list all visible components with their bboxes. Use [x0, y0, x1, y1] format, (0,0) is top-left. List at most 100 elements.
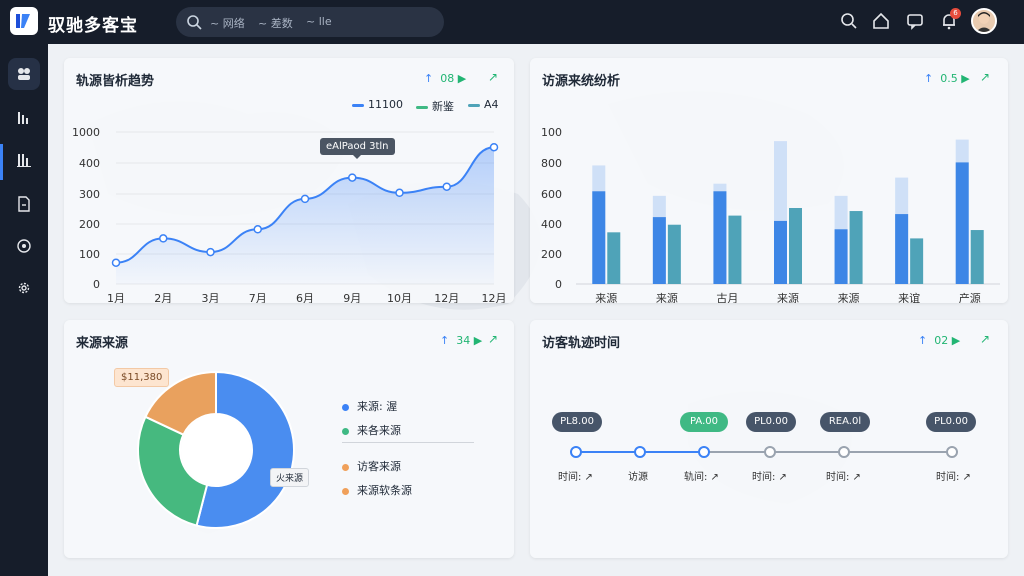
x-tick-label: 2月 [154, 292, 172, 303]
search-crumb[interactable]: ~ lle [306, 15, 332, 28]
y-tick-label: 600 [541, 188, 562, 201]
y-tick-label: 200 [79, 218, 100, 231]
legend-item[interactable]: 来源: 渥 [342, 398, 397, 414]
legend-divider [342, 442, 474, 443]
message-icon[interactable] [906, 12, 924, 30]
line-point [253, 225, 262, 234]
notification-badge: 6 [950, 8, 961, 19]
bar [713, 191, 727, 284]
timeline-pill[interactable]: REA.0l [820, 412, 870, 432]
timeline-label: 时间: ↗ [752, 472, 787, 483]
y-tick-label: 800 [541, 157, 562, 170]
x-tick-label: 12月 [482, 292, 507, 303]
timeline-node [838, 446, 850, 458]
chart-tooltip: eAlPaod 3tln [320, 138, 395, 159]
timeline-label: 时间: ↗ [558, 472, 593, 483]
x-tick-label: 6月 [296, 292, 314, 303]
y-tick-label: 100 [541, 126, 562, 139]
timeline-track [570, 446, 958, 458]
timeline-pill[interactable]: PA.00 [680, 412, 728, 432]
bar [895, 214, 909, 284]
y-tick-label: 400 [541, 218, 562, 231]
sidebar-spacer12 [8, 144, 40, 176]
bar [955, 162, 969, 284]
y-tick-label: 400 [79, 157, 100, 170]
app-logo[interactable] [10, 7, 38, 35]
card-visit: 访源来统纷析 ↑ 0.5 ▶ ↗ 100 800 600 400 200 0 来源 来源 古月来… [530, 58, 1008, 303]
search-crumb[interactable]: ~ 差数 [258, 15, 293, 31]
line-point [111, 258, 121, 267]
gear-icon [18, 282, 30, 294]
sidebar-active-marker [0, 144, 3, 180]
users-icon [18, 68, 30, 80]
bar [728, 215, 742, 284]
x-tick-label: 来源 [656, 291, 678, 303]
y-tick-label: 300 [79, 188, 100, 201]
timeline-pill[interactable]: PL0.00 [746, 412, 796, 432]
bar [970, 230, 984, 284]
card-source: 来源来源 ↑ 34 ▶ ↗ $11,380 火来源 来源: 渥 来各来源 访客来… [64, 320, 514, 558]
home-icon[interactable] [872, 12, 890, 30]
donut-hole [181, 415, 251, 485]
x-tick-label: 来源 [777, 291, 799, 303]
sidebar [0, 44, 48, 576]
bar [789, 208, 802, 284]
x-tick-label: 10月 [387, 292, 412, 303]
timeline-label: 时间: ↗ [936, 472, 971, 483]
timeline-label: 轨间: ↗ [684, 472, 719, 483]
line-point [489, 142, 499, 152]
x-tick-label: 1月 [107, 292, 125, 303]
timeline-node [946, 446, 958, 458]
y-tick-label: 0 [555, 278, 562, 291]
line-chart: 100040030020010001月 2月 3月 7月 6月 9月 10月 12月 12月 [72, 126, 507, 303]
avatar[interactable] [971, 8, 997, 34]
x-tick-label: 来源 [838, 291, 860, 303]
search-crumb[interactable]: ~ 网络 [210, 15, 245, 31]
timeline-pill[interactable]: PL8.00 [552, 412, 602, 432]
card-trend: 轨源皆析趋势 ↑ 08 ▶ ↗ 11100 新鉴 A4 1000 400 300 20… [64, 58, 514, 303]
bar [592, 191, 606, 284]
x-tick-label: 3月 [202, 292, 220, 303]
legend-item[interactable]: 来各来源 [342, 422, 401, 438]
search-icon [187, 15, 202, 30]
timeline-pill[interactable]: PL0.00 [926, 412, 976, 432]
timeline-node [634, 446, 646, 458]
bar-chart: 100 800 600 400 200 0 来源 来源 古月 来源 来源 来谊 产源 [541, 126, 1000, 303]
chart-icon [18, 112, 28, 124]
sidebar-item-analytics[interactable] [8, 102, 40, 134]
search-icon[interactable] [840, 12, 858, 30]
legend-item[interactable]: 访客来源 [342, 458, 401, 474]
line-point [442, 182, 451, 191]
y-tick-label: 100 [79, 248, 100, 261]
sidebar-item-settings[interactable] [8, 272, 40, 304]
line-point [159, 234, 168, 243]
bar [849, 211, 863, 284]
card-timeline: 访客轨迹时间 ↑ 02 ▶ ↗ PL8.00 PA.00 PL0.00 REA.… [530, 320, 1008, 558]
y-tick-label: 1000 [72, 126, 100, 139]
line-point [395, 188, 404, 198]
line-area [116, 147, 494, 284]
bar [910, 238, 924, 284]
x-tick-label: 12月 [434, 292, 459, 303]
sidebar-item-security[interactable] [8, 230, 40, 262]
timeline-label: 时间: ↗ [826, 472, 861, 483]
line-point [206, 247, 215, 257]
timeline-node [764, 446, 776, 458]
app-title: 驭驰多客宝 [48, 16, 138, 36]
sidebar-item-groups[interactable] [8, 58, 40, 90]
timeline-node [698, 446, 710, 458]
timeline-label: 访源 [628, 472, 648, 483]
pie-slice-label: 火来源 [270, 468, 310, 487]
x-tick-label: 来源 [595, 291, 617, 303]
search-bar[interactable]: ~ 网络 ~ 差数 ~ lle [176, 7, 444, 37]
bar [667, 224, 681, 284]
timeline-node [570, 446, 582, 458]
top-bar: 驭驰多客宝 ~ 网络 ~ 差数 ~ lle 6 [0, 0, 1024, 44]
x-tick-label: 产源 [959, 291, 981, 303]
bar [607, 232, 621, 284]
donut-chart [137, 370, 295, 529]
document-icon [18, 196, 30, 212]
shield-icon [17, 239, 31, 253]
legend-item[interactable]: 来源软条源 [342, 482, 412, 498]
sidebar-item-documents[interactable] [8, 188, 40, 220]
